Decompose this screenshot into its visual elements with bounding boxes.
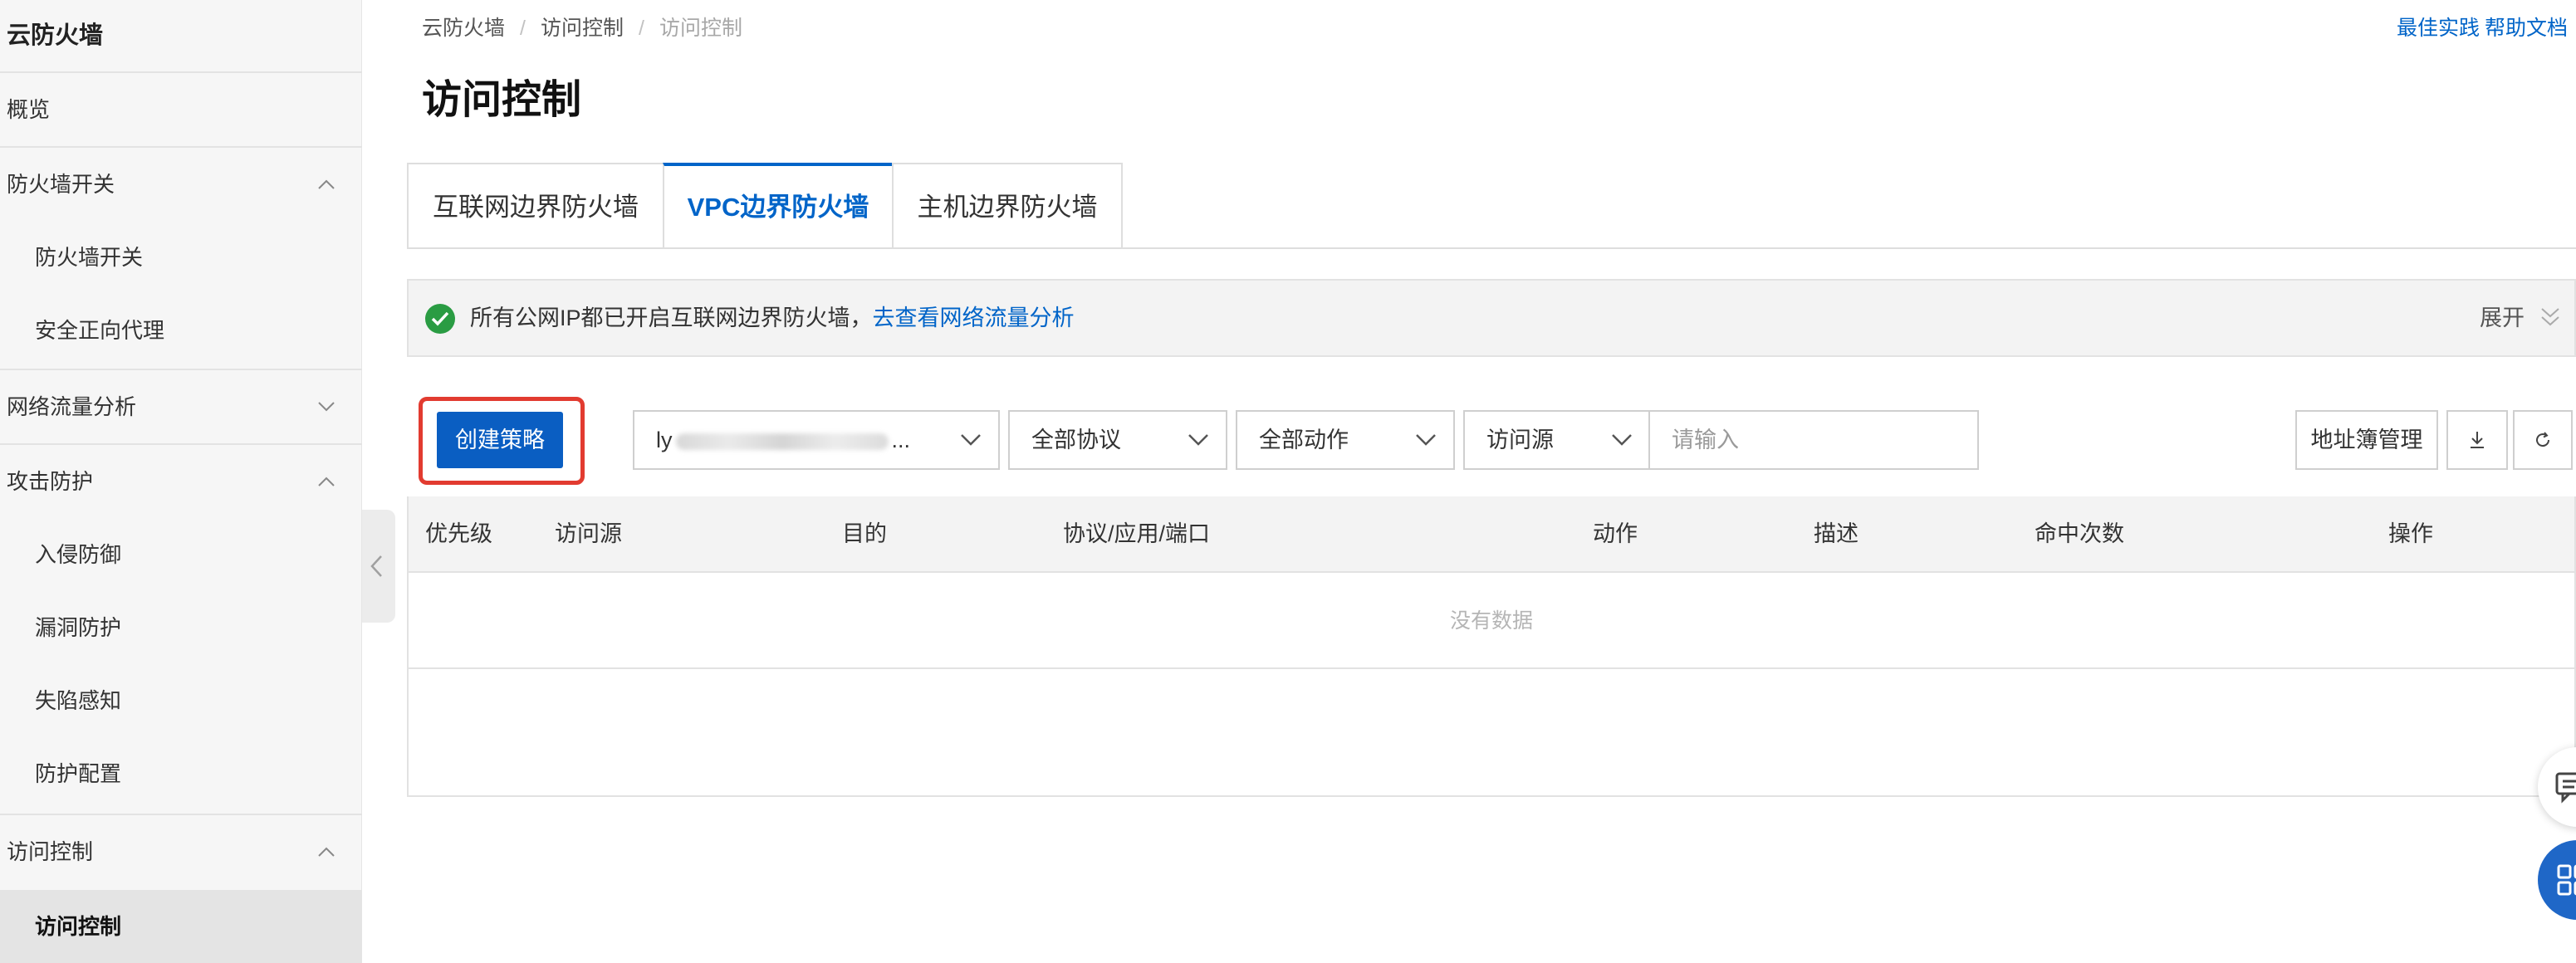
sidebar-item-label: 概览: [7, 97, 51, 122]
chevron-down-icon: [1612, 434, 1632, 446]
chat-icon: [2555, 772, 2576, 804]
address-book-button[interactable]: 地址簿管理: [2295, 410, 2438, 470]
sidebar: 云防火墙 概览 防火墙开关 防火墙开关 安全正向代理 网络流量分析 攻击防护 入…: [0, 0, 362, 963]
expand-toggle[interactable]: 展开: [2480, 281, 2559, 355]
sidebar-item-vulnerability-protection[interactable]: 漏洞防护: [0, 591, 362, 664]
sidebar-group-attack-protection[interactable]: 攻击防护: [0, 445, 362, 518]
search-field-select[interactable]: 访问源: [1463, 410, 1651, 470]
vpc-select-prefix: ly: [656, 428, 673, 452]
sidebar-item-breach-awareness[interactable]: 失陷感知: [0, 664, 362, 737]
tab-host-firewall[interactable]: 主机边界防火墙: [892, 163, 1123, 249]
column-header-destination: 目的: [842, 521, 887, 546]
apps-button[interactable]: [2538, 840, 2576, 920]
column-header-source: 访问源: [555, 521, 622, 546]
page-title: 访问控制: [422, 78, 582, 122]
sidebar-item-label: 失陷感知: [35, 688, 122, 713]
breadcrumb-item[interactable]: 云防火墙: [422, 17, 505, 40]
sidebar-item-label: 漏洞防护: [35, 615, 122, 640]
breadcrumb: 云防火墙 / 访问控制 / 访问控制: [422, 13, 742, 43]
refresh-icon: [2536, 432, 2550, 447]
column-header-hit-count: 命中次数: [2035, 521, 2124, 546]
chevron-down-icon: [1416, 434, 1436, 446]
sidebar-item-label: 访问控制: [7, 839, 94, 864]
sidebar-item-label: 安全正向代理: [35, 318, 165, 343]
breadcrumb-item[interactable]: 访问控制: [541, 17, 624, 40]
download-icon: [2471, 432, 2484, 448]
check-circle-icon: [425, 304, 455, 334]
sidebar-collapse-handle[interactable]: [362, 510, 395, 623]
refresh-button[interactable]: [2513, 410, 2573, 470]
create-policy-button[interactable]: 创建策略: [437, 412, 563, 468]
tab-internet-firewall[interactable]: 互联网边界防火墙: [407, 163, 664, 249]
search-input[interactable]: [1648, 410, 1979, 470]
chevron-down-icon: [318, 402, 335, 412]
help-docs-link[interactable]: 帮助文档: [2485, 17, 2568, 40]
sidebar-item-label: 防火墙开关: [35, 245, 144, 270]
sidebar-item-forward-proxy[interactable]: 安全正向代理: [0, 294, 362, 367]
sidebar-item-access-control[interactable]: 访问控制: [0, 890, 362, 963]
redacted-text: [675, 433, 889, 450]
breadcrumb-separator: /: [638, 17, 644, 40]
traffic-analysis-link[interactable]: 去查看网络流量分析: [873, 306, 1075, 330]
tab-bar-divider: [407, 247, 2576, 249]
expand-label: 展开: [2480, 306, 2525, 330]
chevron-down-icon: [961, 434, 981, 446]
sidebar-group-traffic-analysis[interactable]: 网络流量分析: [0, 370, 362, 443]
sidebar-item-label: 防护配置: [35, 761, 122, 786]
sidebar-item-overview[interactable]: 概览: [0, 73, 362, 146]
empty-state: 没有数据: [409, 573, 2574, 669]
action-select-value: 全部动作: [1259, 428, 1349, 452]
sidebar-group-firewall-switch[interactable]: 防火墙开关: [0, 148, 362, 221]
sidebar-item-label: 入侵防御: [35, 542, 122, 567]
breadcrumb-separator: /: [520, 17, 526, 40]
protocol-select-value: 全部协议: [1031, 428, 1121, 452]
chevron-up-icon: [318, 179, 335, 189]
column-header-priority: 优先级: [425, 521, 492, 546]
sidebar-item-label: 网络流量分析: [7, 394, 137, 419]
chevron-left-icon: [370, 555, 382, 577]
vpc-select[interactable]: ly...: [633, 410, 1000, 470]
search-field-select-value: 访问源: [1486, 428, 1554, 452]
column-header-description: 描述: [1814, 521, 1859, 546]
column-header-protocol: 协议/应用/端口: [1063, 521, 1211, 546]
chevron-down-icon: [1188, 434, 1208, 446]
notice-text: 所有公网IP都已开启互联网边界防火墙，: [470, 306, 873, 330]
grid-icon: [2557, 864, 2576, 896]
policy-table: 优先级 访问源 目的 协议/应用/端口 动作 描述 命中次数 操作 没有数据: [407, 496, 2576, 797]
download-button[interactable]: [2446, 410, 2508, 470]
sidebar-item-label: 访问控制: [35, 914, 122, 939]
table-header: 优先级 访问源 目的 协议/应用/端口 动作 描述 命中次数 操作: [409, 496, 2574, 573]
column-header-action: 动作: [1593, 521, 1638, 546]
sidebar-group-access-control[interactable]: 访问控制: [0, 815, 362, 888]
best-practices-link[interactable]: 最佳实践: [2397, 17, 2480, 40]
tab-vpc-firewall[interactable]: VPC边界防火墙: [663, 163, 894, 249]
sidebar-title: 云防火墙: [7, 22, 104, 49]
vpc-select-suffix: ...: [891, 428, 911, 452]
column-header-operations: 操作: [2388, 521, 2433, 546]
sidebar-item-firewall-switch[interactable]: 防火墙开关: [0, 221, 362, 294]
sidebar-item-label: 防火墙开关: [7, 172, 115, 197]
top-links: 最佳实践 帮助文档: [2397, 13, 2573, 43]
notice-message: 所有公网IP都已开启互联网边界防火墙，去查看网络流量分析: [470, 281, 1075, 355]
protocol-select[interactable]: 全部协议: [1008, 410, 1227, 470]
sidebar-item-protection-config[interactable]: 防护配置: [0, 737, 362, 810]
breadcrumb-current: 访问控制: [659, 17, 742, 40]
sidebar-item-intrusion-prevention[interactable]: 入侵防御: [0, 518, 362, 591]
double-chevron-down-icon: [2541, 308, 2559, 326]
chevron-up-icon: [318, 477, 335, 486]
action-select[interactable]: 全部动作: [1236, 410, 1455, 470]
sidebar-item-label: 攻击防护: [7, 469, 94, 494]
status-notice: 所有公网IP都已开启互联网边界防火墙，去查看网络流量分析 展开: [407, 279, 2576, 357]
chevron-up-icon: [318, 847, 335, 857]
